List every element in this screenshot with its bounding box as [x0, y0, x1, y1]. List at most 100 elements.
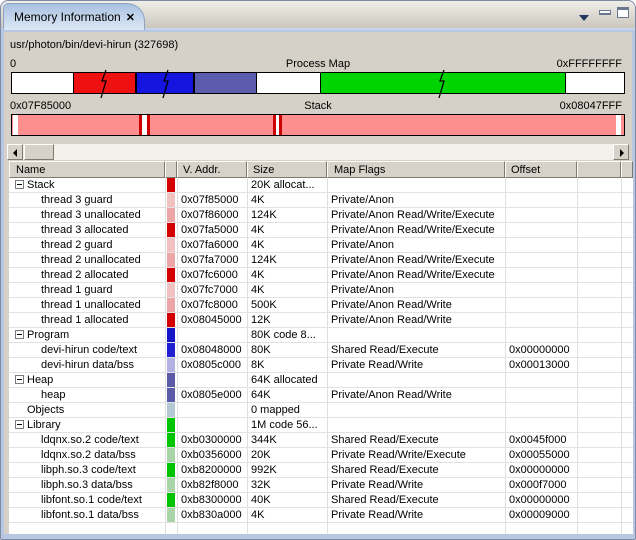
stack-map-labels: Stack 0x07F85000 0x08047FFF [4, 100, 632, 113]
table-row[interactable]: Library 1M code 56... [9, 418, 633, 433]
row-vaddr: 0xb8300000 [181, 493, 242, 507]
row-map-flags: Shared Read/Execute [331, 343, 439, 357]
stack-feature-stripe [147, 115, 150, 135]
row-name: Library [9, 418, 61, 432]
maximize-button[interactable] [617, 7, 629, 18]
row-size: 20K allocat... [251, 178, 315, 192]
table-row[interactable]: Heap 64K allocated [9, 373, 633, 388]
arrow-left-icon [13, 149, 17, 157]
color-swatch [167, 223, 175, 237]
color-swatch [167, 298, 175, 312]
row-name: libph.so.3 data/bss [9, 478, 133, 492]
column-header-vaddr[interactable]: V. Addr. [177, 161, 247, 178]
table-row[interactable]: thread 1 allocated 0x08045000 12K Privat… [9, 313, 633, 328]
color-swatch [167, 433, 175, 447]
row-size: 4K [251, 283, 264, 297]
column-header-empty[interactable] [577, 161, 621, 178]
table-row[interactable]: Program 80K code 8... [9, 328, 633, 343]
table-row[interactable]: thread 3 unallocated 0x07f86000 124K Pri… [9, 208, 633, 223]
row-vaddr: 0x0805c000 [181, 358, 241, 372]
table-row[interactable]: thread 3 guard 0x07f85000 4K Private/Ano… [9, 193, 633, 208]
horizontal-scrollbar[interactable] [7, 144, 629, 160]
row-vaddr: 0x07fc7000 [181, 283, 238, 297]
row-vaddr: 0x07fa6000 [181, 238, 239, 252]
row-offset: 0x00000000 [509, 493, 570, 507]
process-map-bar[interactable] [11, 72, 625, 94]
row-size: 20K [251, 448, 271, 462]
table-row[interactable]: libfont.so.1 code/text 0xb8300000 40K Sh… [9, 493, 633, 508]
table-row[interactable]: thread 1 unallocated 0x07fc8000 500K Pri… [9, 298, 633, 313]
row-size: 12K [251, 313, 271, 327]
row-map-flags: Private/Anon Read/Write/Execute [331, 268, 495, 282]
table-row[interactable]: thread 2 guard 0x07fa6000 4K Private/Ano… [9, 238, 633, 253]
row-size: 1M code 56... [251, 418, 318, 432]
row-offset: 0x00013000 [509, 358, 570, 372]
color-swatch [167, 328, 175, 342]
column-header-map-flags[interactable]: Map Flags [327, 161, 505, 178]
color-swatch [167, 193, 175, 207]
color-swatch [167, 508, 175, 522]
row-vaddr: 0x07fc8000 [181, 298, 238, 312]
table-row[interactable]: thread 2 allocated 0x07fc6000 4K Private… [9, 268, 633, 283]
minimize-button[interactable] [599, 10, 611, 15]
row-name: thread 2 guard [9, 238, 113, 252]
process-path-label: usr/photon/bin/devi-hirun (327698) [10, 39, 178, 51]
color-swatch [167, 268, 175, 282]
view-content: usr/photon/bin/devi-hirun (327698) Proce… [4, 32, 632, 534]
table-row[interactable]: thread 3 allocated 0x07fa5000 4K Private… [9, 223, 633, 238]
table-row[interactable]: devi-hirun code/text 0x08048000 80K Shar… [9, 343, 633, 358]
table-row[interactable]: thread 1 guard 0x07fc7000 4K Private/Ano… [9, 283, 633, 298]
color-swatch [167, 403, 175, 417]
table-row[interactable]: thread 2 unallocated 0x07fa7000 124K Pri… [9, 253, 633, 268]
close-icon[interactable]: ✕ [126, 11, 135, 24]
color-swatch [167, 178, 175, 192]
color-swatch [167, 283, 175, 297]
column-header-color[interactable] [165, 161, 177, 178]
discontinuity-bolt-icon [160, 69, 172, 99]
table-row[interactable]: libfont.so.1 data/bss 0xb830a000 4K Priv… [9, 508, 633, 523]
row-name: thread 3 guard [9, 193, 113, 207]
row-name: thread 1 unallocated [9, 298, 141, 312]
table-row[interactable]: ldqnx.so.2 data/bss 0xb0356000 20K Priva… [9, 448, 633, 463]
table-row[interactable]: heap 0x0805e000 64K Private/Anon Read/Wr… [9, 388, 633, 403]
column-header-name[interactable]: Name [9, 161, 165, 178]
row-offset: 0x000f7000 [509, 478, 567, 492]
row-vaddr: 0xb82f8000 [181, 478, 239, 492]
process-map-breaks [12, 73, 624, 93]
row-size: 80K code 8... [251, 328, 316, 342]
table-row[interactable]: libph.so.3 code/text 0xb8200000 992K Sha… [9, 463, 633, 478]
table-row[interactable]: Stack 20K allocat... [9, 178, 633, 193]
row-name: thread 1 guard [9, 283, 113, 297]
stack-start-address: 0x07F85000 [10, 100, 71, 112]
row-name: Stack [9, 178, 55, 192]
table-row[interactable]: ldqnx.so.2 code/text 0xb0300000 344K Sha… [9, 433, 633, 448]
row-name: thread 3 allocated [9, 223, 128, 237]
row-name: thread 2 unallocated [9, 253, 141, 267]
row-vaddr: 0xb0300000 [181, 433, 242, 447]
view-menu-chevron-down-icon[interactable] [579, 15, 589, 21]
scroll-left-button[interactable] [7, 144, 23, 160]
column-header-size[interactable]: Size [247, 161, 327, 178]
color-swatch [167, 418, 175, 432]
table-row[interactable]: devi-hirun data/bss 0x0805c000 8K Privat… [9, 358, 633, 373]
row-name: Objects [9, 403, 64, 417]
table-row[interactable]: Objects 0 mapped [9, 403, 633, 418]
row-map-flags: Private/Anon Read/Write/Execute [331, 208, 495, 222]
scrollbar-thumb[interactable] [24, 144, 54, 160]
row-offset: 0x00000000 [509, 463, 570, 477]
grid-line [505, 178, 506, 534]
table-row[interactable]: libph.so.3 data/bss 0xb82f8000 32K Priva… [9, 478, 633, 493]
row-map-flags: Private/Anon Read/Write [331, 388, 452, 402]
memory-information-tab[interactable]: Memory Information ✕ [3, 3, 145, 30]
column-header-offset[interactable]: Offset [505, 161, 577, 178]
scroll-right-button[interactable] [613, 144, 629, 160]
grid-line [577, 178, 578, 534]
stack-bar[interactable] [11, 114, 625, 136]
row-size: 32K [251, 478, 271, 492]
row-size: 992K [251, 463, 277, 477]
row-name: Heap [9, 373, 53, 387]
row-name: heap [9, 388, 65, 402]
row-vaddr: 0xb830a000 [181, 508, 242, 522]
row-size: 4K [251, 238, 264, 252]
row-map-flags: Private/Anon [331, 193, 394, 207]
